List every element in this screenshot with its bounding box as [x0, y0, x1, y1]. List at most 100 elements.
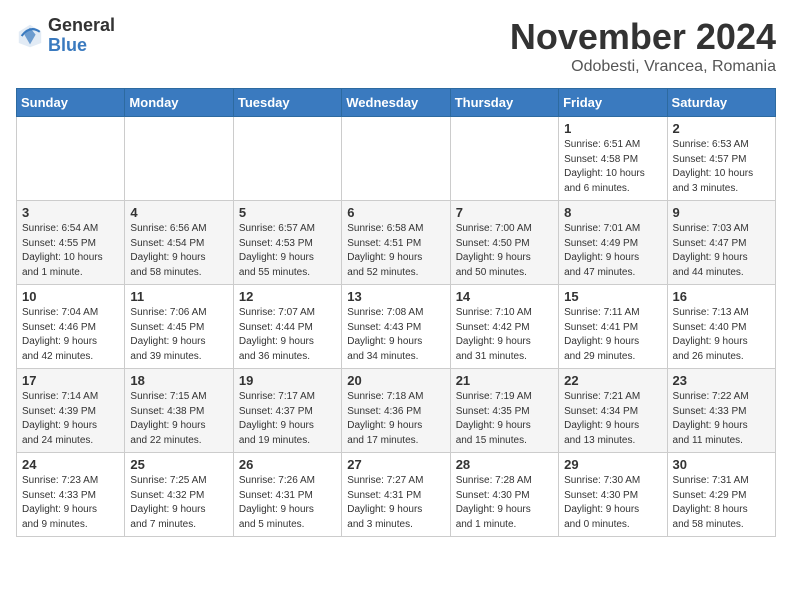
calendar-cell: 21 Sunrise: 7:19 AM Sunset: 4:35 PM Dayli… — [450, 369, 558, 453]
calendar-cell: 1Sunrise: 6:51 AM Sunset: 4:58 PM Daylig… — [559, 117, 667, 201]
calendar-cell: 3 Sunrise: 6:54 AM Sunset: 4:55 PM Daylig… — [17, 201, 125, 285]
day-number: 15 — [564, 289, 661, 304]
day-number: 17 — [22, 373, 119, 388]
day-info: Sunrise: 7:28 AM Sunset: 4:30 PM Dayligh… — [456, 474, 553, 532]
logo-blue: Blue — [48, 36, 115, 56]
calendar-body: 1Sunrise: 6:51 AM Sunset: 4:58 PM Daylig… — [17, 117, 776, 537]
page-header: General Blue November 2024 Odobesti, Vra… — [16, 16, 776, 76]
day-number: 29 — [564, 457, 661, 472]
day-number: 19 — [239, 373, 336, 388]
month-title: November 2024 — [510, 16, 776, 58]
calendar-cell: 6 Sunrise: 6:58 AM Sunset: 4:51 PM Daylig… — [342, 201, 450, 285]
calendar-cell: 18 Sunrise: 7:15 AM Sunset: 4:38 PM Dayli… — [125, 369, 233, 453]
day-info: Sunrise: 7:23 AM Sunset: 4:33 PM Dayligh… — [22, 474, 119, 532]
calendar-cell — [17, 117, 125, 201]
calendar-cell: 29 Sunrise: 7:30 AM Sunset: 4:30 PM Dayli… — [559, 453, 667, 537]
day-number: 26 — [239, 457, 336, 472]
calendar-cell: 28 Sunrise: 7:28 AM Sunset: 4:30 PM Dayli… — [450, 453, 558, 537]
logo: General Blue — [16, 16, 115, 56]
header-saturday: Saturday — [667, 89, 775, 117]
calendar-cell: 17 Sunrise: 7:14 AM Sunset: 4:39 PM Dayli… — [17, 369, 125, 453]
day-info: Sunrise: 7:19 AM Sunset: 4:35 PM Dayligh… — [456, 390, 553, 448]
day-number: 5 — [239, 205, 336, 220]
day-number: 12 — [239, 289, 336, 304]
title-block: November 2024 Odobesti, Vrancea, Romania — [510, 16, 776, 76]
calendar-cell: 9 Sunrise: 7:03 AM Sunset: 4:47 PM Daylig… — [667, 201, 775, 285]
calendar-week-2: 3 Sunrise: 6:54 AM Sunset: 4:55 PM Daylig… — [17, 201, 776, 285]
day-info: Sunrise: 6:53 AM Sunset: 4:57 PM Dayligh… — [673, 138, 770, 196]
calendar-cell: 23 Sunrise: 7:22 AM Sunset: 4:33 PM Dayli… — [667, 369, 775, 453]
day-info: Sunrise: 7:30 AM Sunset: 4:30 PM Dayligh… — [564, 474, 661, 532]
calendar-week-4: 17 Sunrise: 7:14 AM Sunset: 4:39 PM Dayli… — [17, 369, 776, 453]
day-number: 22 — [564, 373, 661, 388]
header-wednesday: Wednesday — [342, 89, 450, 117]
calendar-cell — [342, 117, 450, 201]
day-number: 21 — [456, 373, 553, 388]
calendar-cell: 15 Sunrise: 7:11 AM Sunset: 4:41 PM Dayli… — [559, 285, 667, 369]
day-info: Sunrise: 7:07 AM Sunset: 4:44 PM Dayligh… — [239, 306, 336, 364]
calendar-cell: 24 Sunrise: 7:23 AM Sunset: 4:33 PM Dayli… — [17, 453, 125, 537]
day-info: Sunrise: 7:03 AM Sunset: 4:47 PM Dayligh… — [673, 222, 770, 280]
day-number: 16 — [673, 289, 770, 304]
calendar-cell: 22 Sunrise: 7:21 AM Sunset: 4:34 PM Dayli… — [559, 369, 667, 453]
calendar-cell: 14Sunrise: 7:10 AM Sunset: 4:42 PM Dayli… — [450, 285, 558, 369]
header-friday: Friday — [559, 89, 667, 117]
day-number: 30 — [673, 457, 770, 472]
day-number: 20 — [347, 373, 444, 388]
day-info: Sunrise: 6:54 AM Sunset: 4:55 PM Dayligh… — [22, 222, 119, 280]
calendar-cell — [233, 117, 341, 201]
calendar-cell: 30Sunrise: 7:31 AM Sunset: 4:29 PM Dayli… — [667, 453, 775, 537]
calendar-cell — [125, 117, 233, 201]
day-info: Sunrise: 7:10 AM Sunset: 4:42 PM Dayligh… — [456, 306, 553, 364]
day-number: 28 — [456, 457, 553, 472]
day-info: Sunrise: 7:17 AM Sunset: 4:37 PM Dayligh… — [239, 390, 336, 448]
day-number: 6 — [347, 205, 444, 220]
day-number: 11 — [130, 289, 227, 304]
day-info: Sunrise: 7:25 AM Sunset: 4:32 PM Dayligh… — [130, 474, 227, 532]
logo-text: General Blue — [48, 16, 115, 56]
day-number: 1 — [564, 121, 661, 136]
calendar-cell — [450, 117, 558, 201]
calendar-cell: 2 Sunrise: 6:53 AM Sunset: 4:57 PM Daylig… — [667, 117, 775, 201]
calendar-table: SundayMondayTuesdayWednesdayThursdayFrid… — [16, 88, 776, 537]
day-info: Sunrise: 7:04 AM Sunset: 4:46 PM Dayligh… — [22, 306, 119, 364]
calendar-cell: 16Sunrise: 7:13 AM Sunset: 4:40 PM Dayli… — [667, 285, 775, 369]
day-info: Sunrise: 7:14 AM Sunset: 4:39 PM Dayligh… — [22, 390, 119, 448]
day-info: Sunrise: 6:58 AM Sunset: 4:51 PM Dayligh… — [347, 222, 444, 280]
day-number: 23 — [673, 373, 770, 388]
day-info: Sunrise: 7:21 AM Sunset: 4:34 PM Dayligh… — [564, 390, 661, 448]
location: Odobesti, Vrancea, Romania — [510, 58, 776, 76]
calendar-cell: 4Sunrise: 6:56 AM Sunset: 4:54 PM Daylig… — [125, 201, 233, 285]
day-number: 24 — [22, 457, 119, 472]
day-info: Sunrise: 7:15 AM Sunset: 4:38 PM Dayligh… — [130, 390, 227, 448]
day-info: Sunrise: 7:22 AM Sunset: 4:33 PM Dayligh… — [673, 390, 770, 448]
calendar-cell: 27 Sunrise: 7:27 AM Sunset: 4:31 PM Dayli… — [342, 453, 450, 537]
day-number: 3 — [22, 205, 119, 220]
day-number: 27 — [347, 457, 444, 472]
logo-icon — [16, 22, 44, 50]
day-number: 2 — [673, 121, 770, 136]
day-number: 9 — [673, 205, 770, 220]
day-info: Sunrise: 7:01 AM Sunset: 4:49 PM Dayligh… — [564, 222, 661, 280]
calendar-cell: 12 Sunrise: 7:07 AM Sunset: 4:44 PM Dayli… — [233, 285, 341, 369]
day-info: Sunrise: 7:26 AM Sunset: 4:31 PM Dayligh… — [239, 474, 336, 532]
day-number: 8 — [564, 205, 661, 220]
day-number: 25 — [130, 457, 227, 472]
day-info: Sunrise: 7:18 AM Sunset: 4:36 PM Dayligh… — [347, 390, 444, 448]
header-sunday: Sunday — [17, 89, 125, 117]
calendar-week-3: 10Sunrise: 7:04 AM Sunset: 4:46 PM Dayli… — [17, 285, 776, 369]
calendar-cell: 8 Sunrise: 7:01 AM Sunset: 4:49 PM Daylig… — [559, 201, 667, 285]
logo-general: General — [48, 16, 115, 36]
day-number: 18 — [130, 373, 227, 388]
calendar-cell: 20 Sunrise: 7:18 AM Sunset: 4:36 PM Dayli… — [342, 369, 450, 453]
calendar-cell: 5Sunrise: 6:57 AM Sunset: 4:53 PM Daylig… — [233, 201, 341, 285]
day-info: Sunrise: 7:27 AM Sunset: 4:31 PM Dayligh… — [347, 474, 444, 532]
day-info: Sunrise: 7:08 AM Sunset: 4:43 PM Dayligh… — [347, 306, 444, 364]
day-info: Sunrise: 7:06 AM Sunset: 4:45 PM Dayligh… — [130, 306, 227, 364]
header-thursday: Thursday — [450, 89, 558, 117]
day-info: Sunrise: 7:11 AM Sunset: 4:41 PM Dayligh… — [564, 306, 661, 364]
calendar-cell: 25 Sunrise: 7:25 AM Sunset: 4:32 PM Dayli… — [125, 453, 233, 537]
day-number: 7 — [456, 205, 553, 220]
calendar-cell: 19 Sunrise: 7:17 AM Sunset: 4:37 PM Dayli… — [233, 369, 341, 453]
header-row: SundayMondayTuesdayWednesdayThursdayFrid… — [17, 89, 776, 117]
